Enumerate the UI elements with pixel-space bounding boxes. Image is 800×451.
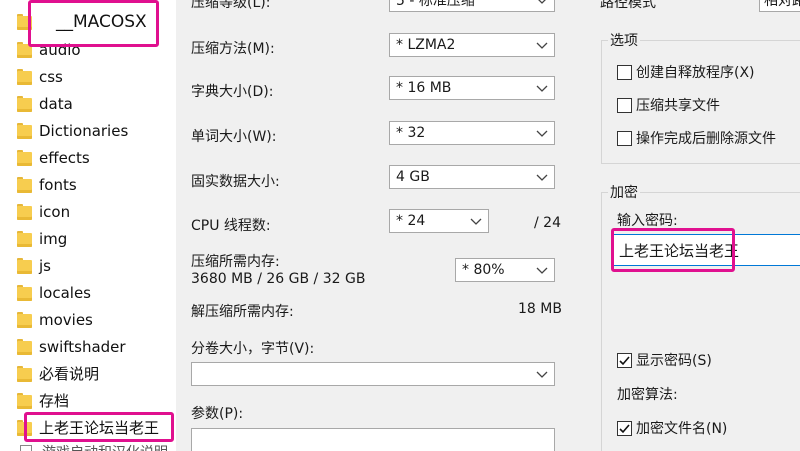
options-panel: 路径模式 相对路 选项 创建自释放程序(X) 压缩共享文件 操作完成后删除源文件…: [586, 0, 800, 451]
folder-item[interactable]: 必看说明: [17, 360, 99, 387]
folder-icon: [17, 176, 32, 194]
folder-icon: [17, 149, 32, 167]
checkmark-icon: [617, 420, 632, 436]
folder-item[interactable]: __MACOSX: [17, 8, 147, 35]
folder-item[interactable]: img: [17, 225, 67, 252]
folder-icon: [17, 95, 32, 113]
delete-after-checkbox[interactable]: 操作完成后删除源文件: [617, 128, 776, 148]
checkmark-icon: [617, 352, 632, 368]
checkbox-icon: [617, 130, 632, 146]
dictionary-select[interactable]: * 16 MB: [389, 76, 555, 100]
folder-item[interactable]: swiftshader: [17, 333, 126, 360]
document-icon: [20, 444, 32, 451]
chevron-down-icon: [536, 0, 548, 8]
checkbox-icon: [617, 97, 632, 113]
password-input[interactable]: 上老王论坛当老王: [611, 234, 800, 266]
chevron-down-icon: [536, 80, 548, 96]
chevron-down-icon: [536, 262, 548, 278]
encrypt-names-checkbox[interactable]: 加密文件名(N): [617, 418, 727, 438]
folder-icon: [17, 311, 32, 329]
folder-item[interactable]: locales: [17, 279, 91, 306]
folder-icon: [17, 203, 32, 221]
solid-size-select[interactable]: 4 GB: [389, 165, 555, 189]
folder-icon: [17, 13, 32, 31]
folder-item[interactable]: audio: [17, 36, 81, 63]
compress-shared-checkbox[interactable]: 压缩共享文件: [617, 95, 720, 115]
folder-item[interactable]: icon: [17, 198, 70, 225]
parameters-input[interactable]: [191, 428, 555, 451]
file-item[interactable]: 游戏启动和汉化说明: [20, 442, 168, 451]
folder-item[interactable]: movies: [17, 306, 93, 333]
encryption-group: [601, 192, 800, 451]
folder-item[interactable]: 存档: [17, 387, 69, 414]
compression-settings: 压缩等级(L): 5 - 标准压缩 压缩方法(M): * LZMA2 字典大小(…: [176, 0, 586, 451]
folder-icon: [17, 122, 32, 140]
folder-item[interactable]: data: [17, 90, 73, 117]
memory-usage-select[interactable]: * 80%: [455, 258, 555, 282]
level-select[interactable]: 5 - 标准压缩: [389, 0, 555, 12]
folder-item-selected[interactable]: 上老王论坛当老王: [17, 414, 159, 441]
chevron-down-icon: [470, 213, 482, 229]
folder-icon: [17, 419, 32, 437]
folder-item[interactable]: Dictionaries: [17, 117, 128, 144]
folder-item[interactable]: js: [17, 252, 51, 279]
folder-icon: [17, 284, 32, 302]
folder-icon: [17, 257, 32, 275]
chevron-down-icon: [536, 125, 548, 141]
folder-icon: [17, 365, 32, 383]
folder-item[interactable]: effects: [17, 144, 90, 171]
folder-icon: [17, 392, 32, 410]
create-sfx-checkbox[interactable]: 创建自释放程序(X): [617, 62, 755, 82]
folder-item[interactable]: fonts: [17, 171, 77, 198]
chevron-down-icon: [536, 366, 548, 382]
chevron-down-icon: [536, 37, 548, 53]
folder-icon: [17, 230, 32, 248]
file-list-pane: __MACOSX audio css data Dictionaries eff…: [0, 0, 176, 451]
method-select[interactable]: * LZMA2: [389, 33, 555, 57]
cpu-threads-select[interactable]: * 24: [389, 209, 489, 233]
folder-icon: [17, 41, 32, 59]
split-volume-input[interactable]: [191, 362, 555, 386]
word-size-select[interactable]: * 32: [389, 121, 555, 145]
folder-icon: [17, 68, 32, 86]
folder-icon: [17, 338, 32, 356]
path-mode-select[interactable]: 相对路: [759, 0, 800, 12]
checkbox-icon: [617, 64, 632, 80]
show-password-checkbox[interactable]: 显示密码(S): [617, 350, 712, 370]
chevron-down-icon: [536, 169, 548, 185]
folder-item[interactable]: css: [17, 63, 63, 90]
